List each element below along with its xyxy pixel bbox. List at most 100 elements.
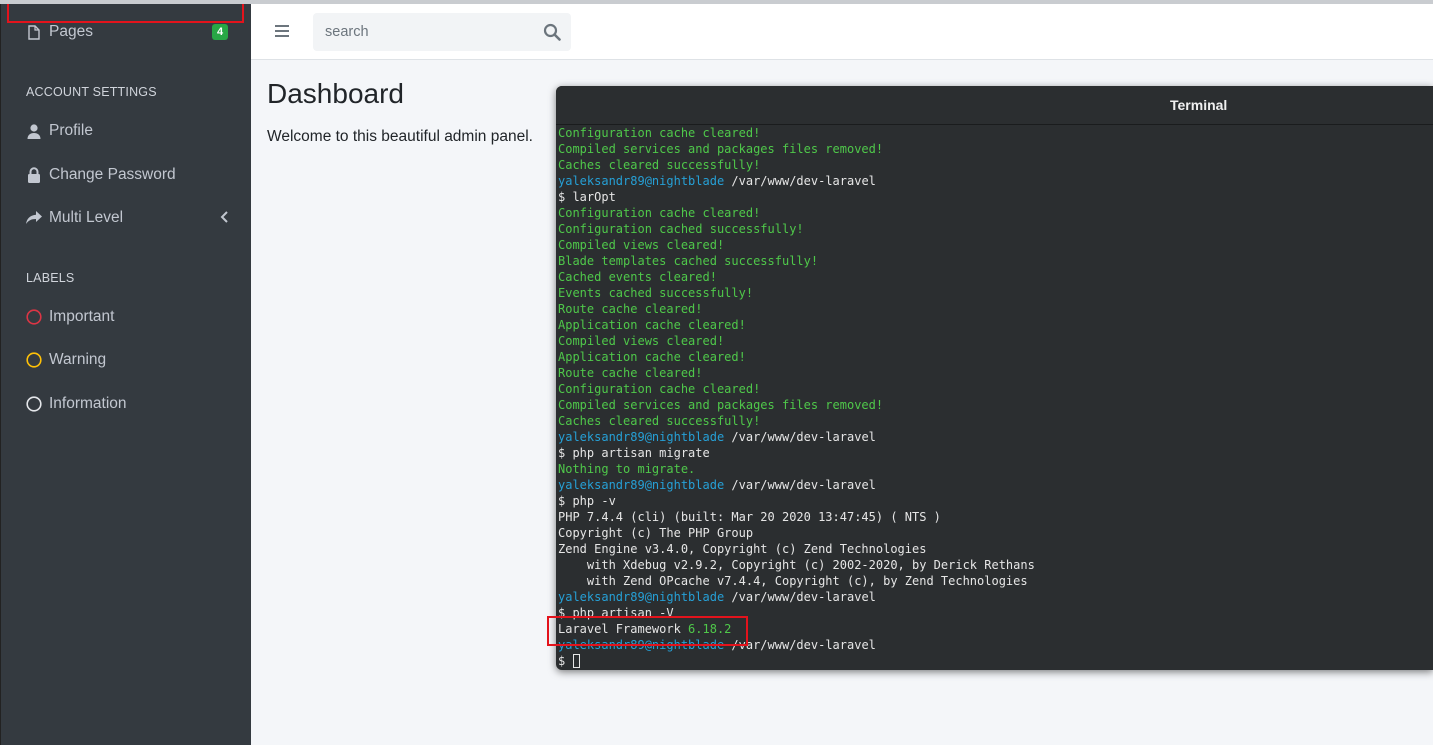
terminal-text: Blade templates cached successfully! bbox=[558, 254, 819, 268]
window-top-edge bbox=[0, 0, 1433, 4]
search-icon[interactable] bbox=[543, 23, 561, 41]
user-icon bbox=[26, 122, 42, 140]
terminal-text: yaleksandr89@nightblade bbox=[558, 174, 725, 188]
circle-outline-icon bbox=[26, 308, 42, 326]
chevron-left-icon[interactable] bbox=[218, 210, 232, 224]
terminal-line: Application cache cleared! bbox=[558, 317, 1433, 333]
page-title: Dashboard bbox=[267, 78, 404, 109]
sidebar-item-information[interactable]: Information bbox=[26, 392, 127, 416]
terminal-line: Compiled services and packages files rem… bbox=[558, 397, 1433, 413]
terminal-text: /var/www/dev-laravel bbox=[724, 590, 876, 604]
terminal-text: Route cache cleared! bbox=[558, 366, 703, 380]
terminal-text: $ larOpt bbox=[558, 190, 616, 204]
welcome-text: Welcome to this beautiful admin panel. bbox=[267, 128, 533, 145]
terminal-text: Route cache cleared! bbox=[558, 302, 703, 316]
terminal-line: Caches cleared successfully! bbox=[558, 157, 1433, 173]
terminal-text: Zend Engine v3.4.0, Copyright (c) Zend T… bbox=[558, 542, 927, 556]
file-icon bbox=[26, 23, 42, 41]
sidebar-item-label: Important bbox=[49, 308, 115, 325]
highlight-box-laravel-version bbox=[547, 616, 748, 646]
terminal-line: Route cache cleared! bbox=[558, 301, 1433, 317]
terminal-text: Copyright (c) The PHP Group bbox=[558, 526, 754, 540]
terminal-line: yaleksandr89@nightblade /var/www/dev-lar… bbox=[558, 173, 1433, 189]
sidebar-item-label: Change Password bbox=[49, 166, 176, 183]
terminal-text: Application cache cleared! bbox=[558, 318, 746, 332]
terminal-title: Terminal bbox=[1170, 97, 1228, 113]
hamburger-icon[interactable] bbox=[275, 25, 289, 37]
terminal-line: Configuration cached successfully! bbox=[558, 221, 1433, 237]
terminal-line: with Xdebug v2.9.2, Copyright (c) 2002-2… bbox=[558, 557, 1433, 573]
terminal-line: Compiled services and packages files rem… bbox=[558, 141, 1433, 157]
terminal-line: Blade templates cached successfully! bbox=[558, 253, 1433, 269]
terminal-line: PHP 7.4.4 (cli) (built: Mar 20 2020 13:4… bbox=[558, 509, 1433, 525]
search-form bbox=[313, 13, 571, 51]
sidebar-item-warning[interactable]: Warning bbox=[26, 348, 106, 372]
sidebar: Pages 4 ACCOUNT SETTINGS Profile Change … bbox=[0, 0, 251, 745]
sidebar-item-label: Warning bbox=[49, 351, 107, 368]
sidebar-item-multi-level[interactable]: Multi Level bbox=[26, 206, 123, 230]
terminal-text: Compiled services and packages files rem… bbox=[558, 398, 884, 412]
sidebar-item-important[interactable]: Important bbox=[26, 305, 114, 329]
search-input[interactable] bbox=[313, 13, 528, 51]
terminal-text: Compiled services and packages files rem… bbox=[558, 142, 884, 156]
labels-header: LABELS bbox=[26, 271, 75, 285]
terminal-line: Configuration cache cleared! bbox=[558, 205, 1433, 221]
terminal-text: Configuration cache cleared! bbox=[558, 382, 761, 396]
sidebar-item-profile[interactable]: Profile bbox=[26, 119, 93, 143]
terminal-line: yaleksandr89@nightblade /var/www/dev-lar… bbox=[558, 477, 1433, 493]
terminal-text: Compiled views cleared! bbox=[558, 238, 725, 252]
terminal-text: with Xdebug v2.9.2, Copyright (c) 2002-2… bbox=[558, 558, 1035, 572]
terminal-window[interactable]: Terminal Configuration cache cleared! Com… bbox=[556, 86, 1433, 670]
terminal-text: /var/www/dev-laravel bbox=[724, 174, 876, 188]
terminal-text: $ php artisan migrate bbox=[558, 446, 710, 460]
pages-count-badge: 4 bbox=[212, 24, 228, 40]
terminal-text: Configuration cache cleared! bbox=[558, 126, 761, 140]
sidebar-item-change-password[interactable]: Change Password bbox=[26, 163, 176, 187]
terminal-line: Compiled views cleared! bbox=[558, 237, 1433, 253]
sidebar-item-label: Information bbox=[49, 395, 127, 412]
terminal-output[interactable]: Configuration cache cleared! Compiled ser… bbox=[558, 125, 1433, 669]
terminal-text: $ bbox=[558, 654, 573, 668]
terminal-line: Cached events cleared! bbox=[558, 269, 1433, 285]
terminal-titlebar[interactable]: Terminal bbox=[556, 86, 1433, 125]
circle-outline-icon bbox=[26, 351, 42, 369]
terminal-line: $ php artisan migrate bbox=[558, 445, 1433, 461]
terminal-text: /var/www/dev-laravel bbox=[724, 430, 876, 444]
terminal-line: yaleksandr89@nightblade /var/www/dev-lar… bbox=[558, 429, 1433, 445]
terminal-cursor bbox=[573, 654, 581, 668]
terminal-text: Compiled views cleared! bbox=[558, 334, 725, 348]
sidebar-item-label: Pages bbox=[49, 23, 93, 40]
terminal-text: Configuration cache cleared! bbox=[558, 206, 761, 220]
terminal-line: Events cached successfully! bbox=[558, 285, 1433, 301]
terminal-text: $ php -v bbox=[558, 494, 616, 508]
terminal-line: with Zend OPcache v7.4.4, Copyright (c),… bbox=[558, 573, 1433, 589]
terminal-line: Configuration cache cleared! bbox=[558, 381, 1433, 397]
terminal-text: Caches cleared successfully! bbox=[558, 158, 761, 172]
terminal-line: Copyright (c) The PHP Group bbox=[558, 525, 1433, 541]
terminal-text: /var/www/dev-laravel bbox=[724, 478, 876, 492]
terminal-text: yaleksandr89@nightblade bbox=[558, 478, 725, 492]
terminal-line: $ php -v bbox=[558, 493, 1433, 509]
terminal-line: $ larOpt bbox=[558, 189, 1433, 205]
terminal-line: Configuration cache cleared! bbox=[558, 125, 1433, 141]
terminal-text: with Zend OPcache v7.4.4, Copyright (c),… bbox=[558, 574, 1028, 588]
terminal-text: Caches cleared successfully! bbox=[558, 414, 761, 428]
sidebar-item-pages[interactable]: Pages bbox=[26, 20, 93, 44]
terminal-line: Route cache cleared! bbox=[558, 365, 1433, 381]
sidebar-item-label: Profile bbox=[49, 122, 93, 139]
terminal-text: Events cached successfully! bbox=[558, 286, 754, 300]
terminal-text: Cached events cleared! bbox=[558, 270, 717, 284]
highlight-box-sidebar bbox=[7, 2, 244, 23]
terminal-text: Configuration cached successfully! bbox=[558, 222, 804, 236]
terminal-line: Nothing to migrate. bbox=[558, 461, 1433, 477]
top-navbar bbox=[251, 4, 1433, 60]
share-icon bbox=[26, 209, 42, 227]
circle-outline-icon bbox=[26, 395, 42, 413]
terminal-line: yaleksandr89@nightblade /var/www/dev-lar… bbox=[558, 589, 1433, 605]
terminal-line: $ bbox=[558, 653, 1433, 669]
sidebar-item-label: Multi Level bbox=[49, 209, 124, 226]
account-settings-header: ACCOUNT SETTINGS bbox=[26, 85, 157, 99]
terminal-text: yaleksandr89@nightblade bbox=[558, 590, 725, 604]
terminal-line: Zend Engine v3.4.0, Copyright (c) Zend T… bbox=[558, 541, 1433, 557]
terminal-line: Caches cleared successfully! bbox=[558, 413, 1433, 429]
